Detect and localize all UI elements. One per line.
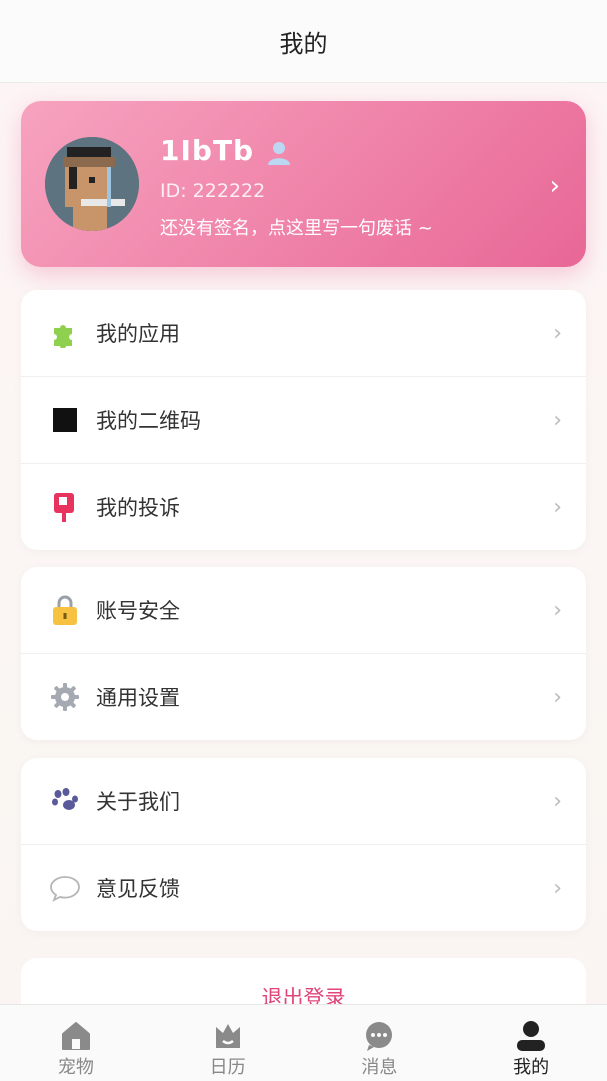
house-icon <box>59 1019 93 1053</box>
page-title: 我的 <box>279 29 328 58</box>
gear-icon <box>49 681 81 713</box>
avatar[interactable] <box>45 137 139 231</box>
menu-item-my-qrcode[interactable]: 我的二维码 › <box>21 376 586 463</box>
menu-group-about: 关于我们 › 意见反馈 › <box>21 758 586 931</box>
person-icon <box>514 1019 548 1053</box>
menu-item-my-complaints[interactable]: 我的投诉 › <box>21 463 586 550</box>
username: 1IbTb <box>160 134 255 167</box>
calendar-icon <box>211 1019 245 1053</box>
chevron-right-icon: › <box>553 788 562 814</box>
chevron-right-icon: › <box>549 171 560 201</box>
paw-icon <box>49 785 81 817</box>
tab-label: 日历 <box>209 1057 246 1078</box>
puzzle-icon <box>49 317 81 349</box>
complaint-icon <box>49 491 81 523</box>
tab-calendar[interactable]: 日历 <box>152 1005 304 1081</box>
chevron-right-icon: › <box>553 320 562 346</box>
chevron-right-icon: › <box>553 494 562 520</box>
tab-messages[interactable]: 消息 <box>304 1005 456 1081</box>
tab-pets[interactable]: 宠物 <box>0 1005 152 1081</box>
user-signature[interactable]: 还没有签名，点这里写一句废话 ~ <box>160 214 433 240</box>
menu-item-about-us[interactable]: 关于我们 › <box>21 758 586 844</box>
menu-item-account-security[interactable]: 账号安全 › <box>21 567 586 653</box>
user-id: ID: 222222 <box>160 180 266 202</box>
chat-bubble-icon <box>49 872 81 904</box>
menu-item-label: 账号安全 <box>96 599 180 623</box>
user-badge-icon <box>265 139 293 167</box>
menu-item-label: 意见反馈 <box>96 877 180 901</box>
message-icon <box>362 1019 396 1053</box>
menu-item-label: 关于我们 <box>96 790 180 814</box>
tab-label: 宠物 <box>57 1057 94 1078</box>
menu-item-general-settings[interactable]: 通用设置 › <box>21 653 586 740</box>
tab-label: 我的 <box>513 1057 550 1078</box>
tab-mine[interactable]: 我的 <box>455 1005 607 1081</box>
tab-label: 消息 <box>361 1057 398 1078</box>
chevron-right-icon: › <box>553 684 562 710</box>
menu-item-label: 我的二维码 <box>96 409 201 433</box>
menu-group-apps: 我的应用 › 我的二维码 › 我的投诉 › <box>21 290 586 550</box>
bottom-tab-bar: 宠物 日历 消息 我的 <box>0 1004 607 1081</box>
menu-group-settings: 账号安全 › 通用设置 › <box>21 567 586 740</box>
chevron-right-icon: › <box>553 407 562 433</box>
menu-item-label: 通用设置 <box>96 686 180 710</box>
menu-item-feedback[interactable]: 意见反馈 › <box>21 844 586 931</box>
profile-card[interactable]: 1IbTb ID: 222222 还没有签名，点这里写一句废话 ~ › <box>21 101 586 267</box>
lock-icon <box>49 594 81 626</box>
menu-item-label: 我的投诉 <box>96 496 180 520</box>
chevron-right-icon: › <box>553 875 562 901</box>
qr-code-icon <box>49 404 81 436</box>
menu-item-my-apps[interactable]: 我的应用 › <box>21 290 586 376</box>
chevron-right-icon: › <box>553 597 562 623</box>
top-nav-bar: 我的 <box>0 0 607 83</box>
menu-item-label: 我的应用 <box>96 322 180 346</box>
